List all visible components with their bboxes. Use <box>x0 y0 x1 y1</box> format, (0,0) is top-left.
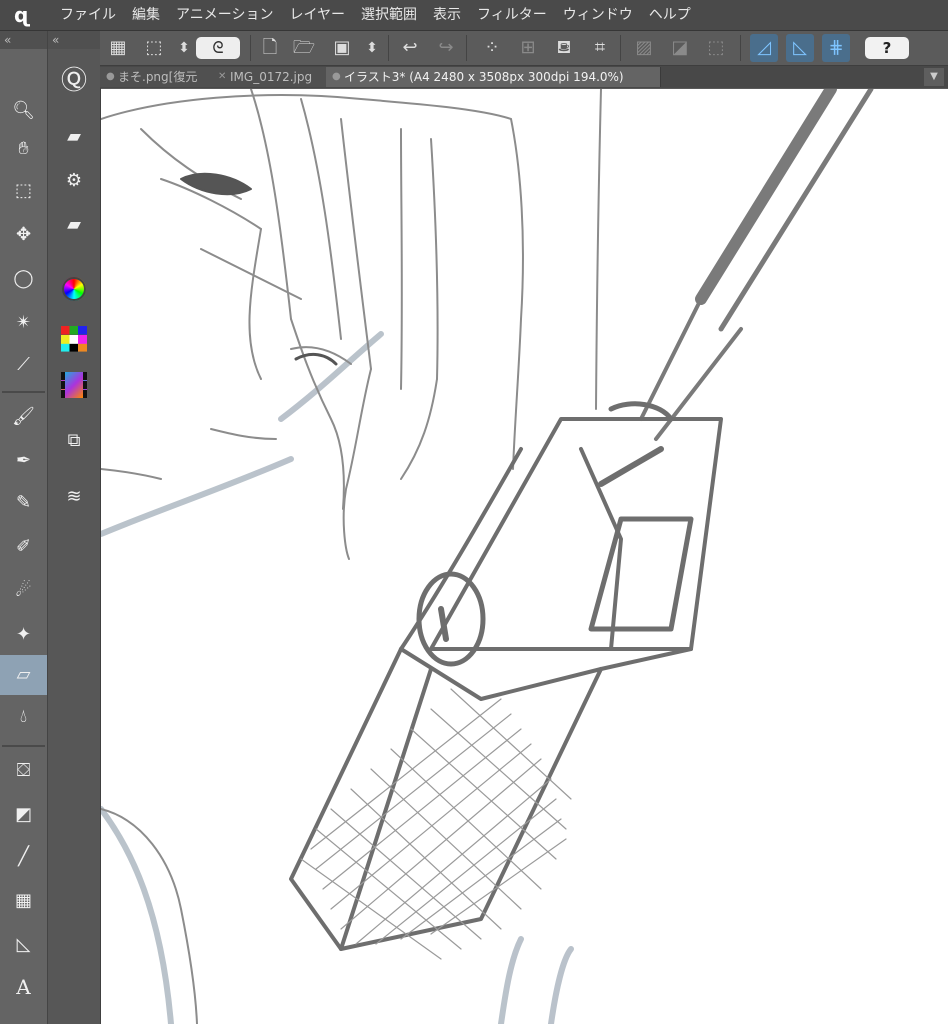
quick-access-icon[interactable]: Ⓠ <box>48 61 100 101</box>
app-logo-icon[interactable]: ɋ <box>14 4 38 26</box>
strap-lines <box>639 89 874 441</box>
tool-separator <box>2 745 45 747</box>
blend-icon[interactable]: 💧︎ <box>0 697 47 737</box>
crop-icon[interactable]: ⌗ <box>586 34 614 62</box>
animation-timeline-icon[interactable] <box>48 365 100 405</box>
operation-icon[interactable]: ✥ <box>0 215 47 255</box>
up-down-stepper-icon[interactable]: ⬍ <box>170 34 198 62</box>
menu-bar: ɋ ファイル 編集 アニメーション レイヤー 選択範囲 表示 フィルター ウィン… <box>0 0 948 31</box>
eyedropper-icon[interactable]: ⟋ <box>0 345 47 385</box>
selection-icon[interactable]: ⬚ <box>140 34 168 62</box>
pencil-icon[interactable]: ✎ <box>0 483 47 523</box>
fill-bucket-icon[interactable]: ⛋ <box>0 751 47 791</box>
toolbar-separator <box>250 35 251 61</box>
color-wheel-icon[interactable] <box>48 269 100 309</box>
brush-icon[interactable]: 🖌︎ <box>0 397 47 437</box>
clear-icon[interactable]: ▨ <box>630 34 658 62</box>
sub-panel: « Ⓠ ▰ ⚙︎ ▰ ⧉ ≋ <box>48 31 101 1024</box>
airbrush-icon[interactable]: ☄ <box>0 571 47 611</box>
close-icon[interactable]: ✕ <box>218 67 226 87</box>
lasso-icon[interactable]: ᘓ <box>196 37 240 59</box>
text-icon[interactable]: A <box>0 967 47 1007</box>
layer-icon[interactable]: ≋ <box>48 477 100 517</box>
ruler-snap-icon[interactable]: ◿ <box>750 34 778 62</box>
sub-tool-detail-icon[interactable]: ⚙︎ <box>48 161 100 201</box>
select-all-icon[interactable]: ⬚ <box>702 34 730 62</box>
open-file-icon[interactable]: 🗁︎ <box>290 34 318 62</box>
decoration-icon[interactable]: ✦ <box>0 615 47 655</box>
tab-label: IMG_0172.jpg <box>230 70 313 84</box>
toolbar-separator <box>740 35 741 61</box>
ruler-icon[interactable]: ◺ <box>0 925 47 965</box>
tab-maso-png[interactable]: ● まそ.png[復元 <box>100 67 229 87</box>
undo-icon[interactable]: ↩ <box>396 34 424 62</box>
hand-icon[interactable]: ✋︎ <box>0 129 47 169</box>
tool-panel-collapse-button[interactable]: « <box>0 31 47 49</box>
line-icon[interactable]: ╱ <box>0 837 47 877</box>
object-icon[interactable]: ⬚ <box>0 171 47 211</box>
tool-panel: « 🔍︎ ✋︎ ⬚ ✥ ◯ ✴ ⟋ 🖌︎ ✒︎ ✎ ✐ ☄ ✦ ▱ 💧︎ ⛋ ◩… <box>0 31 48 1024</box>
frame-icon[interactable]: ▦ <box>0 881 47 921</box>
magic-wand-icon[interactable]: ✴ <box>0 303 47 343</box>
unsaved-dot-icon: ● <box>106 71 115 82</box>
tool-separator <box>2 391 45 393</box>
document-tabs: ● まそ.png[復元 ✕ IMG_0172.jpg ● イラスト3* (A4 … <box>100 66 948 88</box>
grid-snap-icon[interactable]: ⋕ <box>822 34 850 62</box>
menu-view[interactable]: 表示 <box>425 0 469 30</box>
toolbar-separator <box>620 35 621 61</box>
grid-icon[interactable]: ▦ <box>104 34 132 62</box>
tab-label: まそ.png[復元 <box>118 70 198 84</box>
help-button[interactable]: ? <box>865 37 909 59</box>
special-ruler-snap-icon[interactable]: ◺ <box>786 34 814 62</box>
toolbar-separator <box>388 35 389 61</box>
mesh-hatching <box>300 688 572 960</box>
eraser-icon[interactable]: ▱ <box>0 655 47 695</box>
command-bar: ▦ ⬚ ⬍ ᘓ 🗋︎ 🗁︎ ▣ ⬍ ↩ ↪ ⁘ ⊞ ⛾ ⌗ ▨ ◪ ⬚ ◿ ◺ … <box>100 31 948 66</box>
sub-panel-collapse-button[interactable]: « <box>48 31 100 49</box>
tool-property-icon[interactable]: ▰ <box>48 117 100 157</box>
tool-settings-icon[interactable]: ▰ <box>48 205 100 245</box>
device-outline <box>289 401 723 951</box>
color-rough-strokes <box>101 331 574 1024</box>
pen-icon[interactable]: ✒︎ <box>0 441 47 481</box>
redo-icon[interactable]: ↪ <box>432 34 460 62</box>
up-down-stepper-icon[interactable]: ⬍ <box>358 34 386 62</box>
tab-label: イラスト3* (A4 2480 x 3508px 300dpi 194.0%) <box>344 70 624 84</box>
toolbar-separator <box>466 35 467 61</box>
fill-icon[interactable]: ⛾ <box>550 34 578 62</box>
menu-selection[interactable]: 選択範囲 <box>353 0 425 30</box>
menu-layer[interactable]: レイヤー <box>281 0 353 30</box>
menu-edit[interactable]: 編集 <box>124 0 168 30</box>
new-file-icon[interactable]: 🗋︎ <box>256 34 284 62</box>
tab-img-0172[interactable]: ✕ IMG_0172.jpg <box>212 67 343 87</box>
menu-filter[interactable]: フィルター <box>469 0 555 30</box>
layer-property-icon[interactable]: ⧉ <box>48 421 100 461</box>
menu-file[interactable]: ファイル <box>52 0 124 30</box>
menu-window[interactable]: ウィンドウ <box>555 0 641 30</box>
lasso-selection-icon[interactable]: ◯ <box>0 259 47 299</box>
zoom-icon[interactable]: 🔍︎ <box>0 91 47 131</box>
marker-icon[interactable]: ✐ <box>0 527 47 567</box>
transform-icon[interactable]: ⊞ <box>514 34 542 62</box>
gradient-icon[interactable]: ◩ <box>0 795 47 835</box>
menu-help[interactable]: ヘルプ <box>641 0 699 30</box>
save-icon[interactable]: ▣ <box>328 34 356 62</box>
sketch-artwork <box>101 89 874 1024</box>
color-set-icon[interactable] <box>48 319 100 359</box>
character-sketch-lines <box>101 89 602 1024</box>
invert-icon[interactable]: ◪ <box>666 34 694 62</box>
sparkle-icon[interactable]: ⁘ <box>478 34 506 62</box>
unsaved-dot-icon: ● <box>332 71 341 82</box>
tab-illust3[interactable]: ● イラスト3* (A4 2480 x 3508px 300dpi 194.0%… <box>326 67 661 87</box>
drawing-canvas[interactable] <box>101 89 948 1024</box>
tab-menu-chevron-down-icon[interactable]: ▼ <box>924 68 944 86</box>
menu-animation[interactable]: アニメーション <box>168 0 281 30</box>
